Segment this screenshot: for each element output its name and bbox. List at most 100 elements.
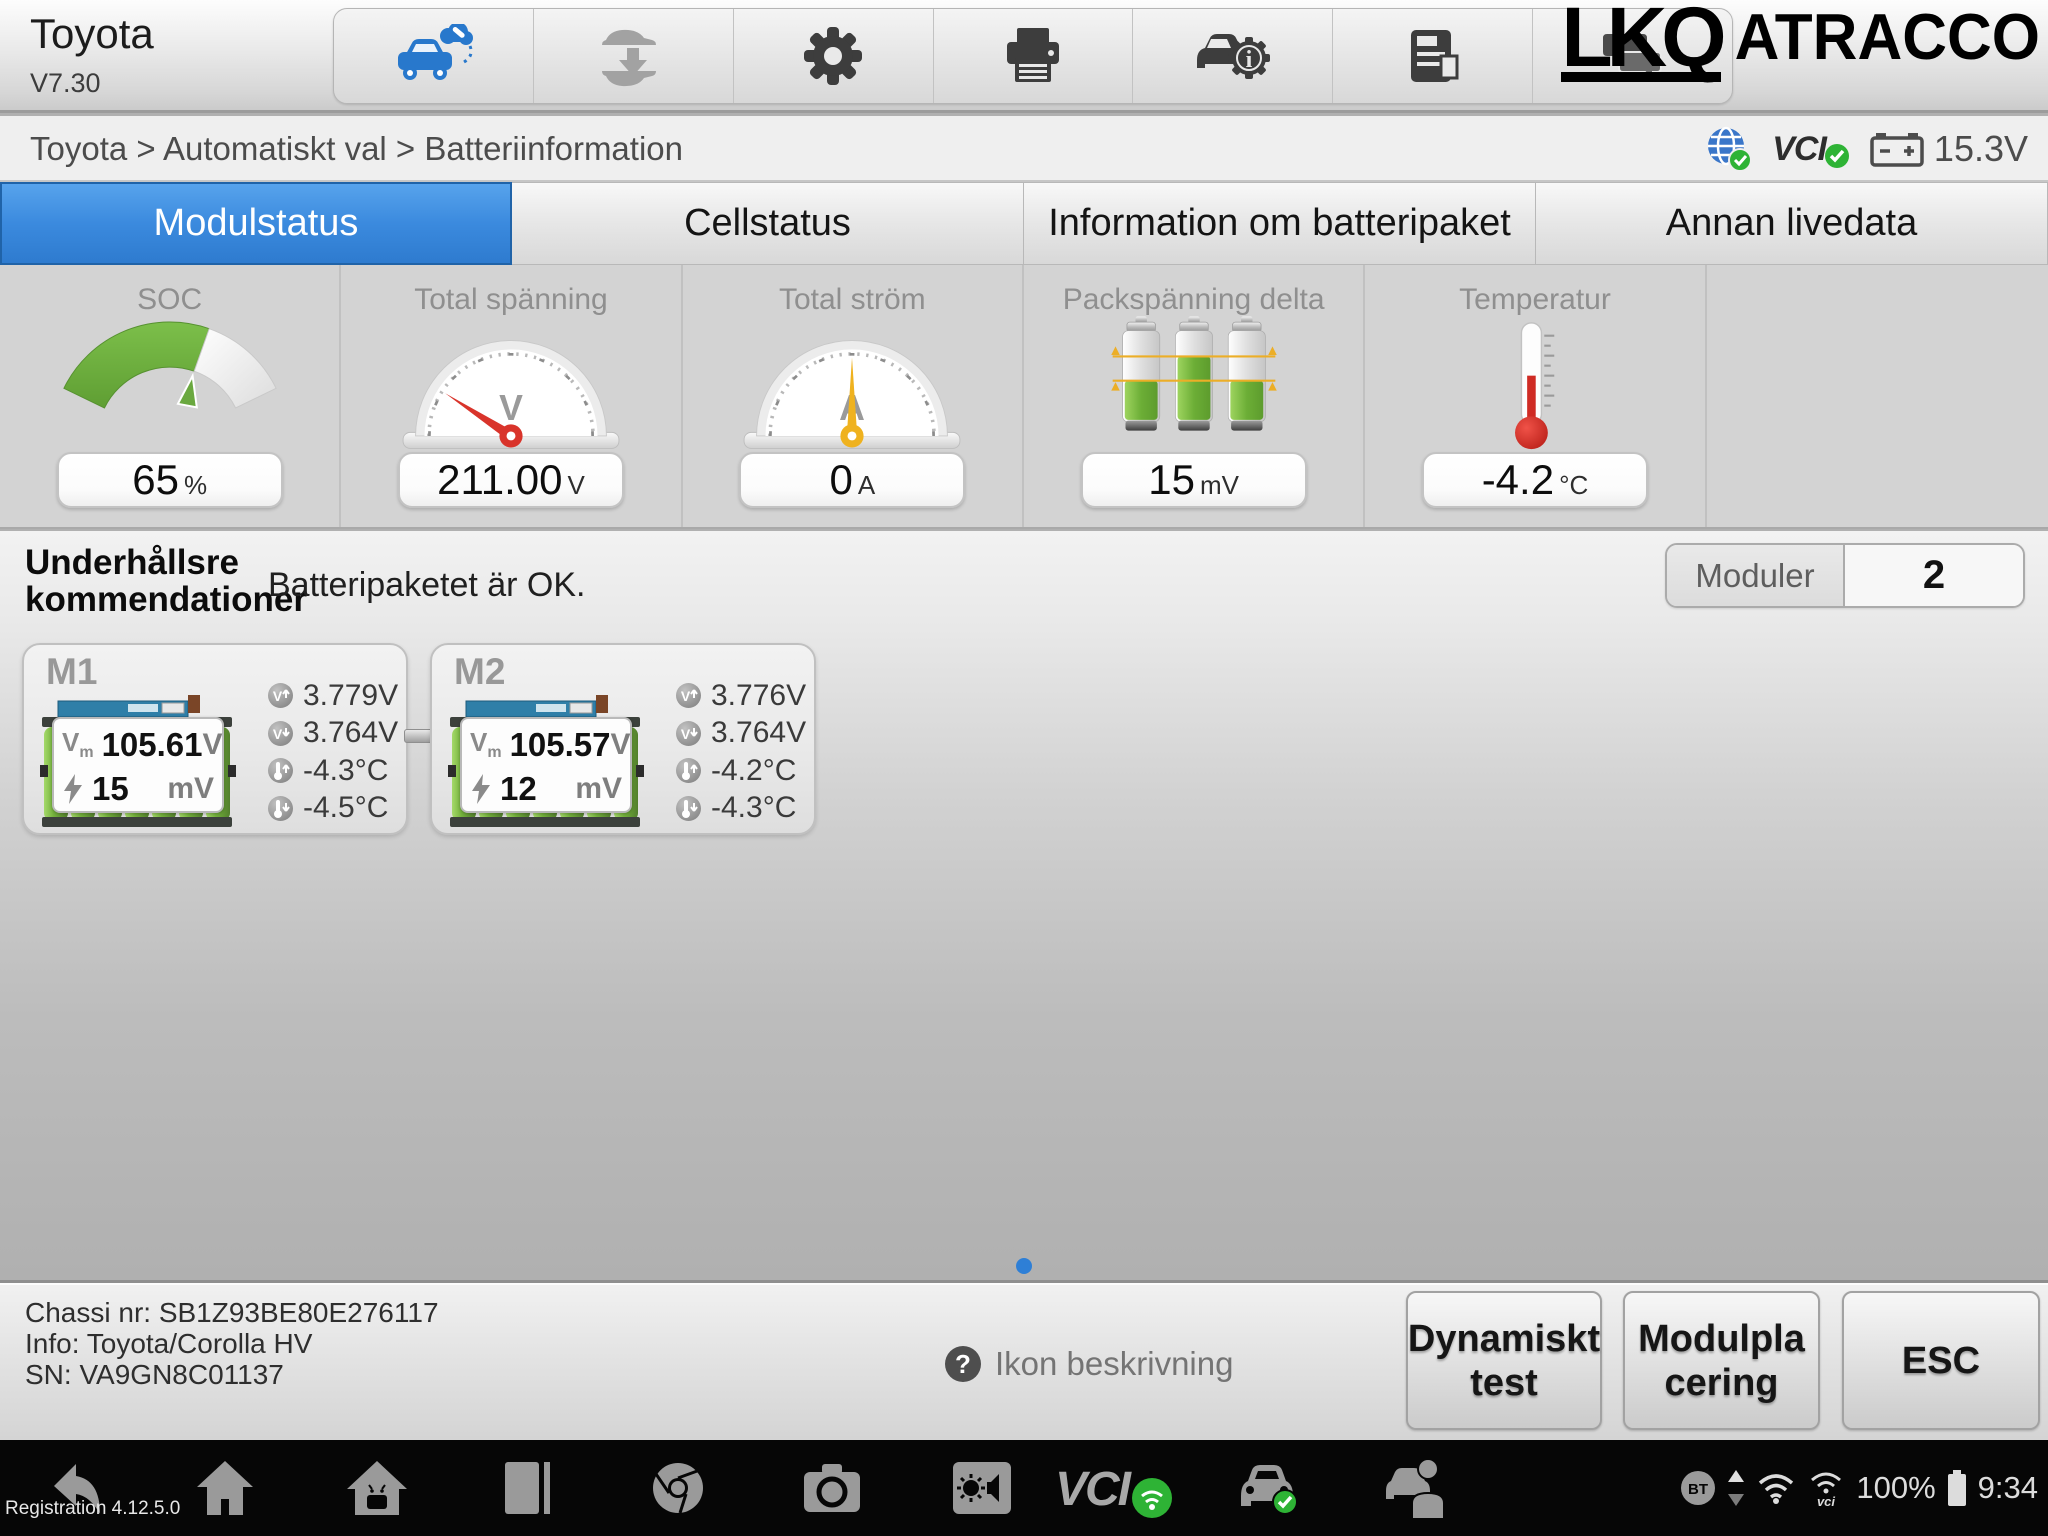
app-version: V7.30 bbox=[30, 68, 101, 99]
module-tmax: -4.2°C bbox=[711, 754, 796, 788]
car-cloud-diagnostics-icon bbox=[390, 24, 476, 88]
vmin-badge-icon: V bbox=[675, 720, 702, 747]
print-button[interactable] bbox=[934, 9, 1134, 103]
module-tmax: -4.3°C bbox=[303, 754, 388, 788]
gauge-total-current: Total ström A 0 A bbox=[683, 265, 1024, 527]
gauge-unit: mV bbox=[1200, 470, 1239, 501]
lkq-atracco-logo: LKQ ATRACCO bbox=[1561, 2, 2040, 82]
camera-icon[interactable] bbox=[802, 1462, 862, 1514]
tab-modulstatus[interactable]: Modulstatus bbox=[0, 182, 512, 265]
vci-nav-logo[interactable]: VCI bbox=[1055, 1462, 1129, 1517]
voltage-needle-gauge: V bbox=[386, 320, 636, 452]
gauge-row: SOC 65 % bbox=[0, 265, 2048, 529]
esc-button[interactable]: ESC bbox=[1842, 1291, 2040, 1430]
gauge-label: Packspänning delta bbox=[1024, 283, 1363, 317]
vehicle-data-icon: i bbox=[1191, 24, 1275, 88]
module-tmax: 3.764V bbox=[303, 716, 398, 750]
tab-cellstatus[interactable]: Cellstatus bbox=[512, 182, 1024, 265]
gauge-value: 0 bbox=[829, 456, 852, 504]
diagnostics-button[interactable] bbox=[334, 9, 534, 103]
delta-lightning-icon bbox=[62, 774, 84, 804]
technician-icon[interactable] bbox=[1382, 1457, 1448, 1519]
status-tray: BT vci 100 bbox=[1680, 1440, 2038, 1536]
android-nav-bar: VCI BT bbox=[0, 1440, 2048, 1536]
vmin-badge-icon: V bbox=[267, 720, 294, 747]
icon-description[interactable]: ? Ikon beskrivning bbox=[945, 1345, 1233, 1383]
svg-text:i: i bbox=[1246, 47, 1253, 73]
home-icon[interactable] bbox=[195, 1459, 255, 1517]
gauge-unit: °C bbox=[1559, 470, 1588, 501]
printer-icon bbox=[1001, 26, 1065, 86]
module-tmin: -4.5°C bbox=[303, 791, 388, 825]
settings-gear-icon bbox=[801, 24, 865, 88]
module-tmin: -4.3°C bbox=[711, 791, 796, 825]
module-delta: 15 bbox=[92, 770, 129, 808]
battery-status-icon bbox=[1946, 1468, 1968, 1508]
svg-text:V: V bbox=[499, 388, 523, 428]
recent-apps-icon[interactable] bbox=[503, 1460, 551, 1516]
svg-text:V: V bbox=[273, 726, 283, 742]
gauge-value: 211.00 bbox=[437, 456, 562, 504]
data-manager-button[interactable] bbox=[1333, 9, 1533, 103]
module-id: M2 bbox=[454, 651, 505, 693]
svg-text:V: V bbox=[681, 688, 691, 704]
display-settings-icon[interactable] bbox=[951, 1460, 1013, 1516]
svg-text:BT: BT bbox=[1688, 1481, 1708, 1498]
vci-status-label: VCI bbox=[1772, 130, 1826, 169]
svg-text:V: V bbox=[681, 726, 691, 742]
module-voltage-icon: Vm bbox=[62, 727, 94, 762]
battery-voltage: 15.3V bbox=[1934, 128, 2028, 170]
chrome-icon[interactable] bbox=[650, 1460, 706, 1516]
gauge-value-box: 0 A bbox=[739, 452, 965, 508]
modules-counter[interactable]: Moduler 2 bbox=[1665, 543, 2025, 608]
vehicle-battery-icon bbox=[1870, 130, 1926, 168]
tab-annan-livedata[interactable]: Annan livedata bbox=[1536, 182, 2048, 265]
dynamic-test-button[interactable]: Dynamiskt test bbox=[1406, 1291, 1602, 1430]
gauge-unit: V bbox=[567, 470, 584, 501]
svg-text:vci: vci bbox=[1817, 1494, 1835, 1508]
vehicle-lift-icon bbox=[594, 24, 672, 88]
module-placement-button[interactable]: Modulpla cering bbox=[1623, 1291, 1820, 1430]
vehicle-info: Chassi nr: SB1Z93BE80E276117 Info: Toyot… bbox=[25, 1297, 439, 1390]
battery-delta-icon bbox=[1074, 315, 1314, 447]
module-voltage: 105.57 bbox=[510, 726, 611, 764]
vehicle-connected-icon[interactable] bbox=[1235, 1458, 1299, 1518]
toolbar: i bbox=[333, 8, 1733, 104]
svg-text:V: V bbox=[273, 688, 283, 704]
module-id: M1 bbox=[46, 651, 97, 693]
gauge-value-box: 211.00 V bbox=[398, 452, 624, 508]
vehicle-exchange-button[interactable] bbox=[534, 9, 734, 103]
bluetooth-status-icon: BT bbox=[1680, 1470, 1716, 1506]
modules-count: 2 bbox=[1845, 545, 2023, 606]
bottom-bar: Chassi nr: SB1Z93BE80E276117 Info: Toyot… bbox=[0, 1280, 2048, 1440]
module-card-m2[interactable]: M2 bbox=[430, 643, 816, 835]
gauge-label: Total ström bbox=[683, 283, 1022, 317]
module-delta: 12 bbox=[500, 770, 537, 808]
tab-bar: Modulstatus Cellstatus Information om ba… bbox=[0, 182, 2048, 265]
android-home-icon[interactable] bbox=[345, 1459, 409, 1517]
gauge-empty bbox=[1707, 265, 2048, 527]
gauge-value-box: -4.2 °C bbox=[1422, 452, 1648, 508]
gauge-label: SOC bbox=[0, 283, 339, 317]
gauge-value: 15 bbox=[1148, 456, 1195, 504]
clock: 9:34 bbox=[1978, 1470, 2038, 1506]
screen: Toyota V7.30 bbox=[0, 0, 2048, 1536]
module-card-m1[interactable]: M1 bbox=[22, 643, 408, 835]
gauge-value: 65 bbox=[132, 456, 179, 504]
recommendations-title: Underhållsre kommendationer bbox=[25, 544, 307, 618]
help-icon: ? bbox=[945, 1346, 981, 1382]
vehicle-info-button[interactable]: i bbox=[1133, 9, 1333, 103]
module-vmin: 3.764V bbox=[711, 716, 806, 750]
module-vmax: 3.779V bbox=[303, 679, 398, 713]
main-content: Underhållsre kommendationer Batteripaket… bbox=[0, 531, 2048, 1280]
module-value-box: Vm 105.61 V 15 mV bbox=[52, 717, 224, 813]
updown-arrows-icon bbox=[1726, 1468, 1746, 1508]
module-voltage: 105.61 bbox=[102, 726, 203, 764]
module-delta-unit: mV bbox=[167, 772, 214, 806]
gauge-value-box: 15 mV bbox=[1081, 452, 1307, 508]
gauge-temperature: Temperatur bbox=[1365, 265, 1706, 527]
tab-batteripaket-info[interactable]: Information om batteripaket bbox=[1024, 182, 1536, 265]
settings-button[interactable] bbox=[734, 9, 934, 103]
icon-description-label: Ikon beskrivning bbox=[995, 1345, 1233, 1383]
page-indicator-dot[interactable] bbox=[1016, 1258, 1032, 1274]
